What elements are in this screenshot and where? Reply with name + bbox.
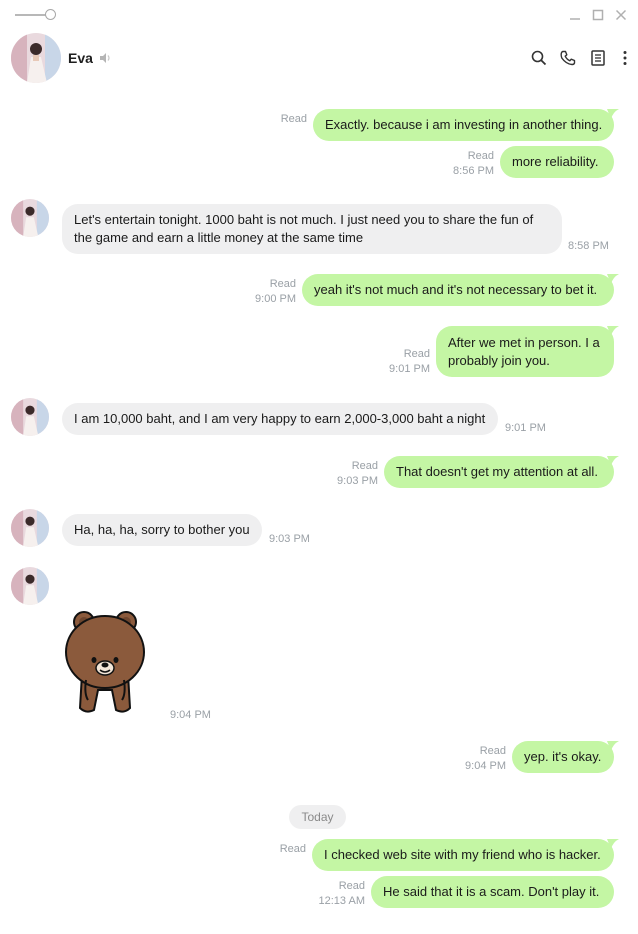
contact-name[interactable]: Eva (68, 50, 93, 66)
close-icon[interactable] (614, 8, 628, 22)
incoming-message-bubble[interactable]: Ha, ha, ha, sorry to bother you (62, 514, 262, 546)
outgoing-message-bubble[interactable]: Exactly. because i am investing in anoth… (313, 109, 614, 141)
message-time: 9:00 PM (255, 293, 296, 305)
message-meta: Read 9:01 PM (356, 347, 430, 377)
brown-bear-sticker[interactable] (64, 610, 150, 718)
message-time: 12:13 AM (318, 895, 365, 907)
message-meta: Read (240, 112, 307, 127)
message-time: 9:04 PM (170, 709, 211, 721)
speaker-icon[interactable] (98, 51, 112, 65)
message-text: more reliability. (512, 154, 599, 169)
read-receipt: Read (338, 880, 365, 892)
outgoing-message-bubble[interactable]: I checked web site with my friend who is… (312, 839, 614, 871)
message-text: Exactly. because i am investing in anoth… (325, 117, 603, 132)
message-meta: Read 12:13 AM (291, 879, 365, 909)
message-text: That doesn't get my attention at all. (396, 464, 598, 479)
message-time: 9:04 PM (465, 760, 506, 772)
bubble-tail (607, 109, 619, 119)
bubble-tail (607, 274, 619, 284)
message-time: 9:03 PM (269, 533, 310, 545)
incoming-message-bubble[interactable]: I am 10,000 baht, and I am very happy to… (62, 403, 498, 435)
message-time: 9:03 PM (337, 475, 378, 487)
read-receipt: Read (351, 460, 378, 472)
read-receipt: Read (280, 113, 307, 125)
read-receipt: Read (467, 150, 494, 162)
message-meta: Read 9:03 PM (304, 459, 378, 489)
search-icon[interactable] (530, 49, 548, 67)
contact-avatar[interactable] (11, 33, 61, 83)
message-text: I am 10,000 baht, and I am very happy to… (74, 411, 486, 426)
message-meta: Read 8:56 PM (420, 149, 494, 179)
message-time: 9:01 PM (389, 363, 430, 375)
read-receipt: Read (479, 745, 506, 757)
outgoing-message-bubble[interactable]: yep. it's okay. (512, 741, 614, 773)
outgoing-message-bubble[interactable]: After we met in person. I a probably joi… (436, 326, 614, 377)
minimize-icon[interactable] (568, 8, 582, 22)
read-receipt: Read (279, 843, 306, 855)
message-text: He said that it is a scam. Don't play it… (383, 884, 600, 899)
chat-header: Eva (0, 30, 638, 88)
notes-icon[interactable] (589, 49, 607, 67)
more-icon[interactable] (616, 49, 634, 67)
sender-avatar[interactable] (11, 398, 49, 436)
incoming-message-bubble[interactable]: Let's entertain tonight. 1000 baht is no… (62, 204, 562, 254)
phone-icon[interactable] (559, 49, 577, 67)
message-text: Let's entertain tonight. 1000 baht is no… (74, 212, 534, 245)
message-text: Ha, ha, ha, sorry to bother you (74, 522, 250, 537)
outgoing-message-bubble[interactable]: He said that it is a scam. Don't play it… (371, 876, 614, 908)
sender-avatar[interactable] (11, 199, 49, 237)
message-text: After we met in person. I a probably joi… (448, 334, 600, 368)
bubble-tail (607, 741, 619, 751)
date-divider: Today (289, 805, 346, 829)
message-meta: Read 9:04 PM (432, 744, 506, 774)
bubble-tail (607, 839, 619, 849)
opacity-slider-track[interactable] (15, 14, 47, 16)
message-list[interactable]: Read Exactly. because i am investing in … (0, 88, 638, 934)
read-receipt: Read (269, 278, 296, 290)
message-meta: Read (240, 842, 306, 857)
read-receipt: Read (403, 348, 430, 360)
sender-avatar[interactable] (11, 567, 49, 605)
message-time: 9:01 PM (505, 422, 546, 434)
bubble-tail (607, 456, 619, 466)
outgoing-message-bubble[interactable]: That doesn't get my attention at all. (384, 456, 614, 488)
message-meta: Read 9:00 PM (222, 277, 296, 307)
bubble-tail (607, 326, 619, 336)
message-text: yeah it's not much and it's not necessar… (314, 282, 598, 297)
message-time: 8:58 PM (568, 240, 609, 252)
outgoing-message-bubble[interactable]: yeah it's not much and it's not necessar… (302, 274, 614, 306)
sender-avatar[interactable] (11, 509, 49, 547)
outgoing-message-bubble[interactable]: more reliability. (500, 146, 614, 178)
opacity-slider-knob[interactable] (45, 9, 56, 20)
message-text: yep. it's okay. (524, 749, 602, 764)
message-text: I checked web site with my friend who is… (324, 847, 601, 862)
window-titlebar (0, 0, 638, 30)
message-time: 8:56 PM (453, 165, 494, 177)
maximize-icon[interactable] (591, 8, 605, 22)
